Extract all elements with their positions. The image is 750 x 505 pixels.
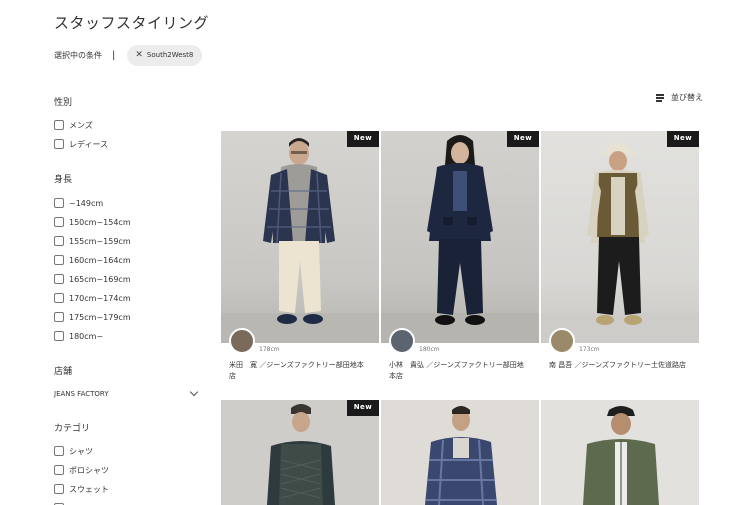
- staff-name-line1[interactable]: 南 昌吾 ／ジーンズファクトリー土佐道路店: [549, 360, 699, 371]
- styling-card[interactable]: [381, 400, 539, 505]
- staff-name-line1[interactable]: 小林 貴弘 ／ジーンズファクトリー部田地: [389, 360, 539, 371]
- category-option[interactable]: ポロシャツ: [54, 464, 109, 476]
- staff-name-line2[interactable]: 店: [229, 371, 379, 382]
- page-title: スタッフスタイリング: [54, 14, 210, 32]
- height-option[interactable]: 155cm~159cm: [54, 235, 131, 247]
- height-option[interactable]: ~149cm: [54, 197, 103, 209]
- checkbox-label: 165cm~169cm: [69, 274, 131, 284]
- filter-divider: |: [112, 49, 116, 61]
- checkbox-label: シャツ: [69, 446, 93, 456]
- person-illustration: [583, 406, 659, 505]
- checkbox[interactable]: [54, 484, 64, 494]
- styling-card[interactable]: [541, 400, 699, 505]
- checkbox[interactable]: [54, 465, 64, 475]
- person-illustration: [221, 138, 379, 343]
- gender-title: 性別: [54, 98, 73, 108]
- checkbox-label: 150cm~154cm: [69, 217, 131, 227]
- staff-height: 178cm: [259, 346, 280, 353]
- styling-photo[interactable]: [541, 400, 699, 505]
- checkbox[interactable]: [54, 446, 64, 456]
- height-option[interactable]: 170cm~174cm: [54, 292, 131, 304]
- checkbox-label: 170cm~174cm: [69, 293, 131, 303]
- active-filters: 選択中の条件 | ✕ South2West8: [54, 44, 203, 66]
- checkbox[interactable]: [54, 236, 64, 246]
- store-select[interactable]: JEANS FACTORY: [54, 387, 200, 400]
- checkbox-label: ~149cm: [69, 198, 104, 208]
- styling-photo[interactable]: New: [221, 131, 379, 343]
- checkbox-label: スウェット: [69, 484, 109, 494]
- checkbox[interactable]: [54, 198, 64, 208]
- checkbox[interactable]: [54, 217, 64, 227]
- staff-height: 180cm: [419, 346, 440, 353]
- checkbox-label: 180cm~: [69, 331, 104, 341]
- person-illustration: [425, 406, 497, 505]
- styling-card[interactable]: New 178cm 米田 寛 ／ジーンズファクトリー部田地本 店: [221, 131, 379, 386]
- styling-card[interactable]: New: [221, 400, 379, 505]
- styling-card[interactable]: New 173cm 南 昌吾 ／ジーンズファクトリー土佐道路店: [541, 131, 699, 386]
- gender-option-mens[interactable]: メンズ: [54, 119, 93, 131]
- height-option[interactable]: 175cm~179cm: [54, 311, 131, 323]
- checkbox[interactable]: [54, 331, 64, 341]
- checkbox[interactable]: [54, 312, 64, 322]
- staff-name-line1[interactable]: 米田 寛 ／ジーンズファクトリー部田地本: [229, 360, 379, 371]
- new-badge: New: [507, 131, 539, 147]
- category-option[interactable]: シャツ: [54, 445, 93, 457]
- staff-height: 173cm: [579, 346, 600, 353]
- category-option[interactable]: スウェット: [54, 483, 109, 495]
- checkbox[interactable]: [54, 139, 64, 149]
- store-select-value: JEANS FACTORY: [54, 390, 109, 398]
- checkbox[interactable]: [54, 120, 64, 130]
- styling-photo[interactable]: New: [221, 400, 379, 505]
- store-title: 店舗: [54, 367, 73, 377]
- sort-label: 並び替え: [671, 93, 703, 102]
- styling-photo[interactable]: New: [381, 131, 539, 343]
- checkbox[interactable]: [54, 255, 64, 265]
- filter-chip-label: South2West8: [146, 51, 194, 59]
- checkbox[interactable]: [54, 293, 64, 303]
- checkbox-label: レディース: [69, 139, 109, 149]
- styling-card[interactable]: New 180cm 小林 貴弘 ／ジーンズファクトリー部田地 本店: [381, 131, 539, 386]
- height-title: 身長: [54, 175, 73, 185]
- styling-photo[interactable]: New: [541, 131, 699, 343]
- new-badge: New: [347, 131, 379, 147]
- height-option[interactable]: 150cm~154cm: [54, 216, 131, 228]
- height-option[interactable]: 180cm~: [54, 330, 103, 342]
- avatar[interactable]: [229, 328, 255, 354]
- staff-name-line2[interactable]: 本店: [389, 371, 539, 382]
- new-badge: New: [347, 400, 379, 416]
- avatar[interactable]: [549, 328, 575, 354]
- checkbox-label: メンズ: [69, 120, 93, 130]
- sort-icon: [656, 93, 667, 102]
- close-icon[interactable]: ✕: [135, 50, 143, 60]
- checkbox-label: 155cm~159cm: [69, 236, 131, 246]
- checkbox[interactable]: [54, 274, 64, 284]
- gender-option-ladies[interactable]: レディース: [54, 138, 108, 150]
- category-title: カテゴリ: [54, 424, 91, 434]
- sort-button[interactable]: 並び替え: [656, 92, 703, 103]
- person-illustration: [541, 142, 699, 343]
- avatar[interactable]: [389, 328, 415, 354]
- chevron-down-icon: [189, 387, 199, 397]
- checkbox-label: ポロシャツ: [69, 465, 109, 475]
- person-illustration: [381, 135, 539, 343]
- filter-chip[interactable]: ✕ South2West8: [127, 44, 203, 66]
- checkbox-label: 160cm~164cm: [69, 255, 131, 265]
- filter-label: 選択中の条件: [54, 50, 102, 60]
- new-badge: New: [667, 131, 699, 147]
- styling-photo[interactable]: [381, 400, 539, 505]
- height-option[interactable]: 165cm~169cm: [54, 273, 131, 285]
- height-option[interactable]: 160cm~164cm: [54, 254, 131, 266]
- checkbox-label: 175cm~179cm: [69, 312, 131, 322]
